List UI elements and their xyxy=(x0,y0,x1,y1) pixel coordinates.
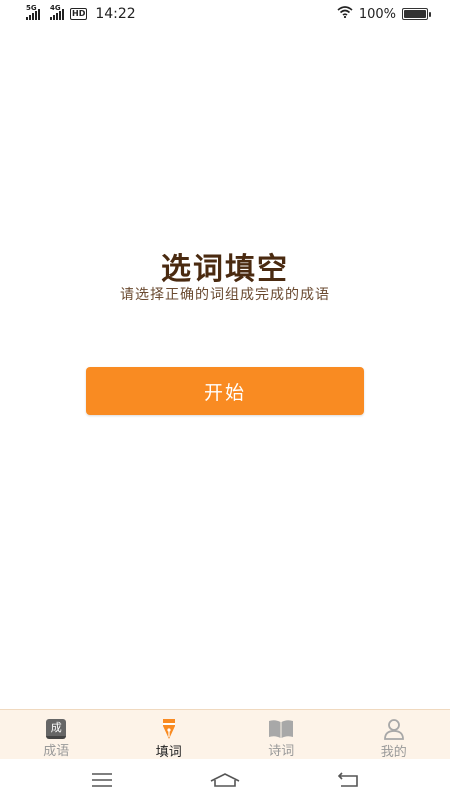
back-icon[interactable] xyxy=(318,765,378,795)
tab-mine[interactable]: 我的 xyxy=(338,710,450,760)
tab-fill-words[interactable]: 填词 xyxy=(113,710,226,760)
tab-label-fill-words: 填词 xyxy=(155,745,182,760)
tab-idiom[interactable]: 成 成语 xyxy=(0,710,113,759)
tab-label-poetry: 诗词 xyxy=(268,744,295,759)
page-subtitle: 请选择正确的词组成完成的成语 xyxy=(120,287,330,303)
bottom-tab-bar: 成 成语 填词 诗词 我的 xyxy=(0,709,450,760)
idiom-icon-glyph: 成 xyxy=(46,718,67,739)
status-bar: 5G 4G HD 14:22 100% xyxy=(0,0,450,28)
tab-label-idiom: 成语 xyxy=(43,744,70,759)
page-title: 选词填空 xyxy=(161,252,289,287)
signal-5g-icon: 5G xyxy=(26,4,40,20)
battery-icon xyxy=(402,8,431,20)
hd-voice-icon: HD xyxy=(70,8,88,20)
status-left: 5G 4G HD 14:22 xyxy=(26,4,136,22)
home-icon[interactable] xyxy=(195,765,255,795)
signal-4g-icon: 4G xyxy=(50,4,64,20)
network-label-4g: 4G xyxy=(50,4,61,12)
menu-icon[interactable] xyxy=(72,765,132,795)
tab-label-mine: 我的 xyxy=(380,745,407,760)
tab-poetry[interactable]: 诗词 xyxy=(225,710,338,759)
wifi-icon xyxy=(337,6,353,22)
start-button[interactable]: 开始 xyxy=(86,367,364,415)
system-nav-bar xyxy=(0,759,450,800)
network-label-5g: 5G xyxy=(26,4,37,12)
pen-nib-icon xyxy=(158,718,180,740)
idiom-book-icon: 成 xyxy=(46,718,67,739)
clock: 14:22 xyxy=(95,6,136,22)
battery-percent: 100% xyxy=(358,6,396,22)
status-right: 100% xyxy=(337,6,431,22)
user-icon xyxy=(383,718,405,740)
open-book-icon xyxy=(268,718,294,739)
